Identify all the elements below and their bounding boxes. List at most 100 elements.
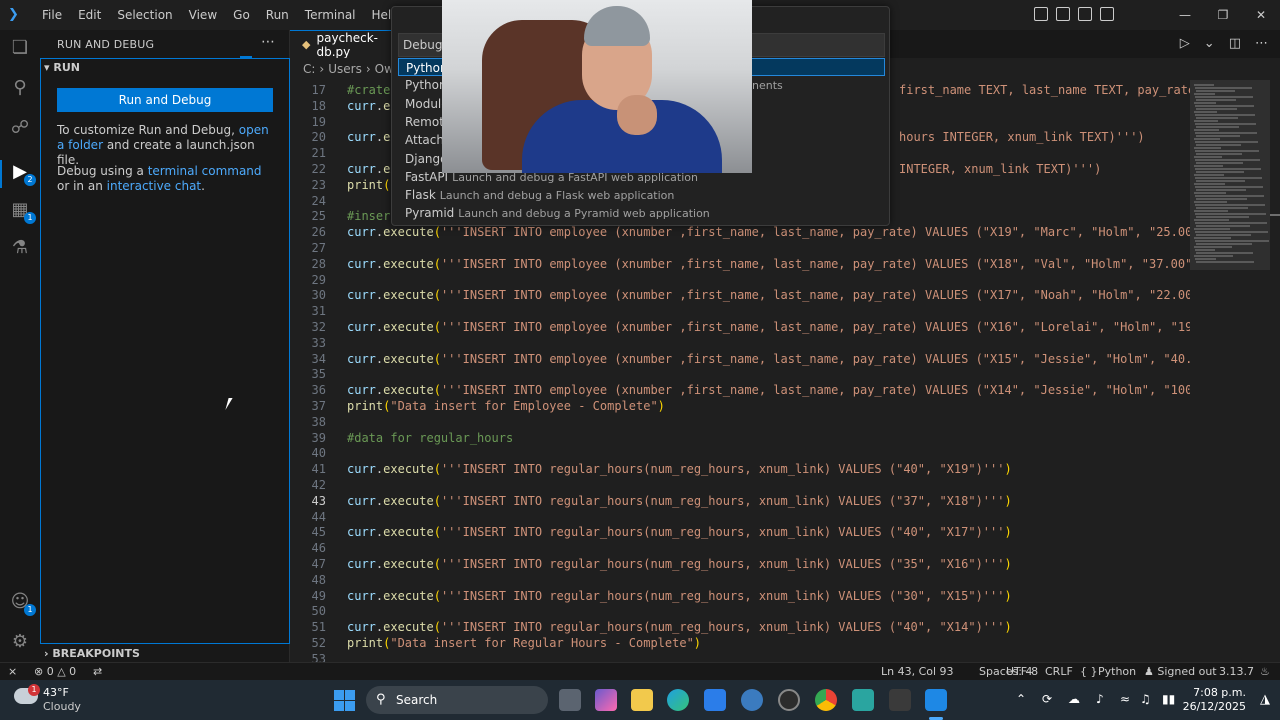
search-icon[interactable]: ⚲ <box>8 76 32 100</box>
menu-go[interactable]: Go <box>225 0 258 30</box>
problems-indicator[interactable]: ⊗ 0 △ 0 <box>34 664 76 680</box>
terminal-command-link[interactable]: terminal command <box>148 164 262 178</box>
tray-overflow-chevron-icon[interactable]: ⌃ <box>1016 692 1026 706</box>
code-line[interactable]: 36 curr.execute('''INSERT INTO employee (… <box>290 382 1190 398</box>
testing-icon[interactable]: ⚗ <box>8 236 32 260</box>
weather-condition[interactable]: Cloudy <box>43 700 81 713</box>
close-button[interactable]: ✕ <box>1242 0 1280 30</box>
menu-terminal[interactable]: Terminal <box>297 0 364 30</box>
settings-gear-icon[interactable]: ⚙ <box>8 630 32 654</box>
code-line[interactable]: 48 <box>290 572 1190 588</box>
code-line[interactable]: 38 <box>290 414 1190 430</box>
notification-center-icon[interactable]: ◮ <box>1260 692 1270 707</box>
ports-icon[interactable]: ⇄ <box>93 664 102 680</box>
extensions-icon[interactable]: ▦ 1 <box>8 198 36 224</box>
code-line[interactable]: 34 curr.execute('''INSERT INTO employee (… <box>290 351 1190 367</box>
github-desktop-icon[interactable] <box>778 689 800 711</box>
explorer-icon[interactable]: ❏ <box>8 36 32 60</box>
menu-file[interactable]: File <box>34 0 70 30</box>
code-line[interactable]: 46 <box>290 540 1190 556</box>
copilot-icon[interactable] <box>595 689 617 711</box>
code-line[interactable]: 26 curr.execute('''INSERT INTO employee (… <box>290 224 1190 240</box>
run-dropdown-chevron-icon[interactable]: ⌄ <box>1204 36 1215 51</box>
code-line[interactable]: 29 <box>290 272 1190 288</box>
notepad-icon[interactable] <box>852 689 874 711</box>
menu-run[interactable]: Run <box>258 0 297 30</box>
clock-date[interactable]: 26/12/2025 <box>1183 700 1246 713</box>
clock-time[interactable]: 7:08 p.m. <box>1193 686 1246 699</box>
minimize-button[interactable]: — <box>1166 0 1204 30</box>
code-line[interactable]: 41 curr.execute('''INSERT INTO regular_ho… <box>290 461 1190 477</box>
task-view-icon[interactable] <box>559 689 581 711</box>
line-ending[interactable]: CRLF <box>1045 664 1073 680</box>
code-line[interactable]: 33 <box>290 335 1190 351</box>
code-line[interactable]: 42 <box>290 477 1190 493</box>
toggle-primary-sidebar-icon[interactable] <box>1056 7 1070 21</box>
tray-cloud-icon[interactable]: ☁ <box>1068 692 1080 706</box>
code-line[interactable]: 37 print("Data insert for Employee - Comp… <box>290 398 1190 414</box>
code-line[interactable]: 44 <box>290 509 1190 525</box>
accounts-icon[interactable]: ☺ 1 <box>8 590 36 616</box>
language-mode[interactable]: Python <box>1098 664 1136 680</box>
battery-icon[interactable]: ▮▮ <box>1162 692 1175 706</box>
code-line[interactable]: 40 <box>290 445 1190 461</box>
quick-pick-item[interactable]: Flask Launch and debug a Flask web applic… <box>398 186 885 204</box>
account-status[interactable]: ♟ Signed out <box>1144 664 1217 680</box>
run-section-header[interactable]: ▾ RUN <box>44 61 80 74</box>
notifications-bell-icon[interactable]: ♨ <box>1260 664 1270 680</box>
code-line[interactable]: 43 curr.execute('''INSERT INTO regular_ho… <box>290 493 1190 509</box>
file-explorer-icon[interactable] <box>631 689 653 711</box>
run-debug-icon[interactable]: ▶ 2 <box>8 160 36 186</box>
code-line[interactable]: 49 curr.execute('''INSERT INTO regular_ho… <box>290 588 1190 604</box>
remote-indicator-icon[interactable]: ⨯ <box>8 664 17 680</box>
source-control-icon[interactable]: ☍ <box>8 116 32 140</box>
editor-more-icon[interactable]: ⋯ <box>1255 36 1268 51</box>
breadcrumb-users[interactable]: Users <box>328 62 362 76</box>
breakpoints-section-header[interactable]: › BREAKPOINTS <box>44 647 140 660</box>
edge-browser-icon[interactable] <box>667 689 689 711</box>
terminal-app-icon[interactable] <box>889 689 911 711</box>
maximize-button[interactable]: ❐ <box>1204 0 1242 30</box>
code-line[interactable]: 51 curr.execute('''INSERT INTO regular_ho… <box>290 619 1190 635</box>
toggle-secondary-sidebar-icon[interactable] <box>1100 7 1114 21</box>
taskbar-search[interactable]: ⚲ Search <box>366 686 548 714</box>
cursor-position[interactable]: Ln 43, Col 93 <box>881 664 954 680</box>
wifi-icon[interactable]: ≈ <box>1120 692 1130 706</box>
run-file-icon[interactable]: ▷ <box>1180 36 1190 51</box>
weather-temperature[interactable]: 43°F <box>43 686 69 699</box>
split-editor-icon[interactable]: ◫ <box>1229 36 1241 51</box>
tray-microphone-icon[interactable]: ♪ <box>1096 692 1104 706</box>
menu-edit[interactable]: Edit <box>70 0 109 30</box>
toggle-panel-icon[interactable] <box>1078 7 1092 21</box>
code-line[interactable]: 27 <box>290 240 1190 256</box>
language-braces[interactable]: { } <box>1080 664 1098 680</box>
more-actions-icon[interactable]: ⋯ <box>261 34 275 50</box>
code-line[interactable]: 35 <box>290 366 1190 382</box>
tab-paycheck-db[interactable]: ◆ paycheck-db.py <box>290 30 400 59</box>
code-line[interactable]: 28 curr.execute('''INSERT INTO employee (… <box>290 256 1190 272</box>
windows-start-icon[interactable] <box>334 690 355 711</box>
volume-icon[interactable]: ♫ <box>1140 692 1151 706</box>
code-line[interactable]: 31 <box>290 303 1190 319</box>
quick-pick-item[interactable]: Pyramid Launch and debug a Pyramid web ap… <box>398 204 885 222</box>
code-line[interactable]: 45 curr.execute('''INSERT INTO regular_ho… <box>290 524 1190 540</box>
menu-selection[interactable]: Selection <box>109 0 180 30</box>
scrollbar-thumb[interactable] <box>1270 214 1280 216</box>
tray-sync-icon[interactable]: ⟳ <box>1042 692 1052 706</box>
code-line[interactable]: 47 curr.execute('''INSERT INTO regular_ho… <box>290 556 1190 572</box>
python-version[interactable]: 3.13.7 <box>1219 664 1254 680</box>
vscode-taskbar-icon[interactable] <box>925 689 947 711</box>
breadcrumb-drive[interactable]: C: <box>303 62 315 76</box>
customize-layout-icon[interactable] <box>1034 7 1048 21</box>
minimap[interactable] <box>1190 80 1280 662</box>
chrome-icon[interactable] <box>815 689 837 711</box>
run-and-debug-button[interactable]: Run and Debug <box>57 88 273 112</box>
python-app-icon[interactable] <box>741 689 763 711</box>
code-line[interactable]: 50 <box>290 603 1190 619</box>
code-line[interactable]: 53 <box>290 651 1190 662</box>
interactive-chat-link[interactable]: interactive chat <box>107 179 202 193</box>
encoding[interactable]: UTF-8 <box>1006 664 1038 680</box>
code-line[interactable]: 52 print("Data insert for Regular Hours -… <box>290 635 1190 651</box>
code-line[interactable]: 30 curr.execute('''INSERT INTO employee (… <box>290 287 1190 303</box>
code-line[interactable]: 39 #data for regular_hours <box>290 430 1190 446</box>
